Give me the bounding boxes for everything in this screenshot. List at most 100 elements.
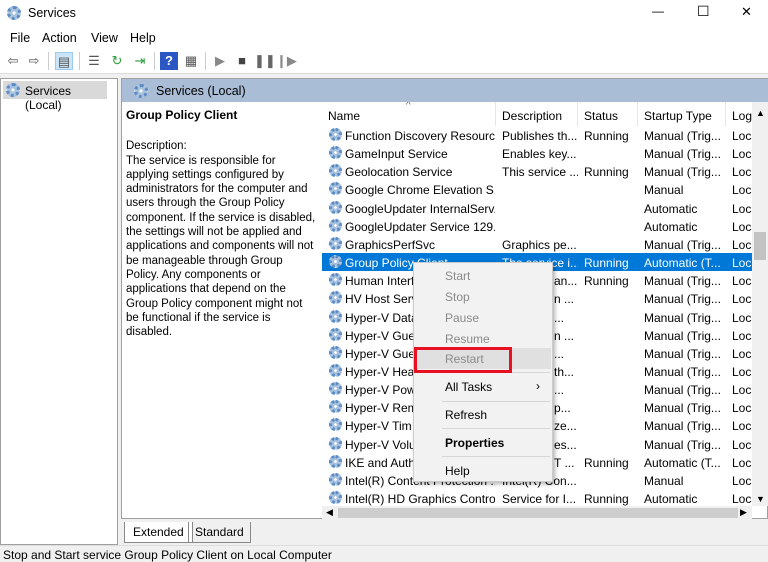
- services-icon: [6, 83, 20, 97]
- menu-file[interactable]: File: [10, 31, 30, 45]
- service-row[interactable]: Google Chrome Elevation S... Manual Loca: [322, 180, 752, 198]
- service-gear-icon: [329, 491, 342, 504]
- back-icon[interactable]: ⇦: [4, 52, 22, 70]
- restart-highlight-box: [414, 347, 512, 373]
- horizontal-scrollbar[interactable]: ◀ ▶: [322, 506, 752, 520]
- show-hide-console-tree-icon[interactable]: ▤: [55, 52, 73, 70]
- services-app-icon: [7, 6, 21, 20]
- column-name[interactable]: Name: [322, 102, 496, 126]
- service-description: Publishes th...: [502, 129, 578, 143]
- maximize-button[interactable]: ☐: [697, 3, 710, 20]
- service-status: Running: [584, 492, 629, 506]
- service-row[interactable]: Intel(R) HD Graphics Contro... Service fo…: [322, 489, 752, 506]
- service-startup-type: Manual (Trig...: [644, 383, 721, 398]
- service-row[interactable]: Geolocation Service This service ... Runni…: [322, 162, 752, 180]
- service-log-on-as: Loca: [732, 383, 752, 398]
- service-description: es...: [554, 437, 577, 452]
- service-description: ...: [554, 383, 565, 398]
- service-gear-icon: [329, 345, 342, 359]
- service-gear-icon: [329, 382, 342, 396]
- menu-item-start[interactable]: Start: [414, 265, 552, 286]
- scroll-up-icon[interactable]: ▲: [756, 108, 765, 118]
- tree-item-services-local[interactable]: Services (Local): [3, 81, 107, 112]
- service-gear-icon: [329, 146, 342, 160]
- service-description: Service for I...: [502, 492, 577, 506]
- service-gear-icon: [329, 200, 342, 214]
- service-startup-type: Manual (Trig...: [644, 147, 721, 162]
- pause-service-icon[interactable]: ❚❚: [254, 52, 276, 70]
- close-button[interactable]: ✕: [741, 4, 752, 20]
- service-log-on-as: Loca: [732, 328, 752, 343]
- menu-help[interactable]: Help: [130, 31, 156, 45]
- service-startup-type: Manual (Trig...: [644, 364, 721, 379]
- service-status: Running: [584, 165, 629, 180]
- service-log-on-as: Loca: [732, 129, 752, 143]
- stop-service-icon[interactable]: ■: [233, 52, 251, 70]
- service-row[interactable]: GraphicsPerfSvc Graphics pe... Manual (Tri…: [322, 235, 752, 253]
- menu-item-refresh[interactable]: Refresh: [414, 404, 552, 425]
- service-name: Google Chrome Elevation S...: [345, 183, 495, 198]
- toolbar: ⇦ ⇨ ▤ ☰ ↻ ⇥ ? ▦ ▶ ■ ❚❚ ❙▶: [0, 48, 768, 74]
- export-list-icon[interactable]: ⇥: [131, 52, 149, 70]
- help-icon[interactable]: ?: [160, 52, 178, 70]
- service-row[interactable]: Function Discovery Resourc... Publishes t…: [322, 126, 752, 144]
- service-description: Enables key...: [502, 147, 577, 162]
- service-row[interactable]: GameInput Service Enables key... Manual (T…: [322, 144, 752, 162]
- column-status[interactable]: Status: [578, 102, 638, 126]
- menu-view[interactable]: View: [91, 31, 118, 45]
- service-status: Running: [584, 455, 629, 470]
- scroll-thumb[interactable]: [338, 508, 738, 518]
- scroll-thumb[interactable]: [754, 232, 766, 260]
- service-row[interactable]: GoogleUpdater InternalServ... Automatic Lo…: [322, 199, 752, 217]
- start-service-icon[interactable]: ▶: [211, 52, 229, 70]
- service-startup-type: Automatic: [644, 219, 698, 234]
- service-description-panel: Group Policy Client Description: The ser…: [126, 108, 316, 339]
- view-tabs: Extended Standard: [121, 522, 421, 543]
- service-description: p...: [554, 401, 571, 416]
- menu-item-all-tasks[interactable]: All Tasks: [414, 376, 552, 397]
- service-status: Running: [584, 129, 629, 143]
- menu-item-properties[interactable]: Properties: [414, 432, 552, 453]
- scroll-left-icon[interactable]: ◀: [326, 507, 333, 518]
- service-startup-type: Manual (Trig...: [644, 401, 721, 416]
- menu-item-help[interactable]: Help: [414, 460, 552, 481]
- service-description: This service ...: [502, 165, 578, 180]
- service-startup-type: Manual (Trig...: [644, 346, 721, 361]
- service-gear-icon: [329, 218, 342, 232]
- service-description: Graphics pe...: [502, 237, 577, 252]
- menu-action[interactable]: Action: [42, 31, 77, 45]
- menu-item-resume[interactable]: Resume: [414, 328, 552, 349]
- column-description[interactable]: Description: [496, 102, 578, 126]
- service-row[interactable]: GoogleUpdater Service 129.... Automatic Lo…: [322, 217, 752, 235]
- service-startup-type: Manual (Trig...: [644, 310, 721, 325]
- service-log-on-as: Loca: [732, 419, 752, 434]
- forward-icon[interactable]: ⇨: [25, 52, 43, 70]
- tab-extended[interactable]: Extended: [124, 522, 193, 543]
- menu-item-pause[interactable]: Pause: [414, 307, 552, 328]
- refresh-icon[interactable]: ↻: [108, 52, 126, 70]
- service-log-on-as: Loca: [732, 183, 752, 198]
- scroll-down-icon[interactable]: ▼: [756, 494, 765, 504]
- restart-service-icon[interactable]: ❙▶: [276, 52, 297, 70]
- service-gear-icon: [329, 454, 342, 468]
- vertical-scrollbar[interactable]: ▲ ▼: [752, 102, 768, 506]
- service-log-on-as: Loca: [732, 219, 752, 234]
- minimize-button[interactable]: —: [652, 4, 664, 18]
- column-startup-type[interactable]: Startup Type: [638, 102, 726, 126]
- service-startup-type: Manual (Trig...: [644, 274, 721, 289]
- console-tree: Services (Local): [0, 78, 118, 545]
- window-title: Services: [28, 6, 76, 20]
- service-log-on-as: Loca: [732, 346, 752, 361]
- service-gear-icon: [329, 309, 342, 323]
- column-log-on-as[interactable]: Log: [726, 102, 752, 126]
- service-name: Geolocation Service: [345, 165, 453, 180]
- scroll-right-icon[interactable]: ▶: [740, 507, 747, 518]
- service-description: th...: [554, 364, 575, 379]
- tab-standard[interactable]: Standard: [188, 522, 251, 543]
- show-action-pane-icon[interactable]: ▦: [182, 52, 200, 70]
- service-log-on-as: Loca: [732, 455, 752, 470]
- properties-icon[interactable]: ☰: [85, 52, 103, 70]
- service-startup-type: Manual (Trig...: [644, 237, 721, 252]
- service-gear-icon: [329, 164, 342, 178]
- menu-item-stop[interactable]: Stop: [414, 286, 552, 307]
